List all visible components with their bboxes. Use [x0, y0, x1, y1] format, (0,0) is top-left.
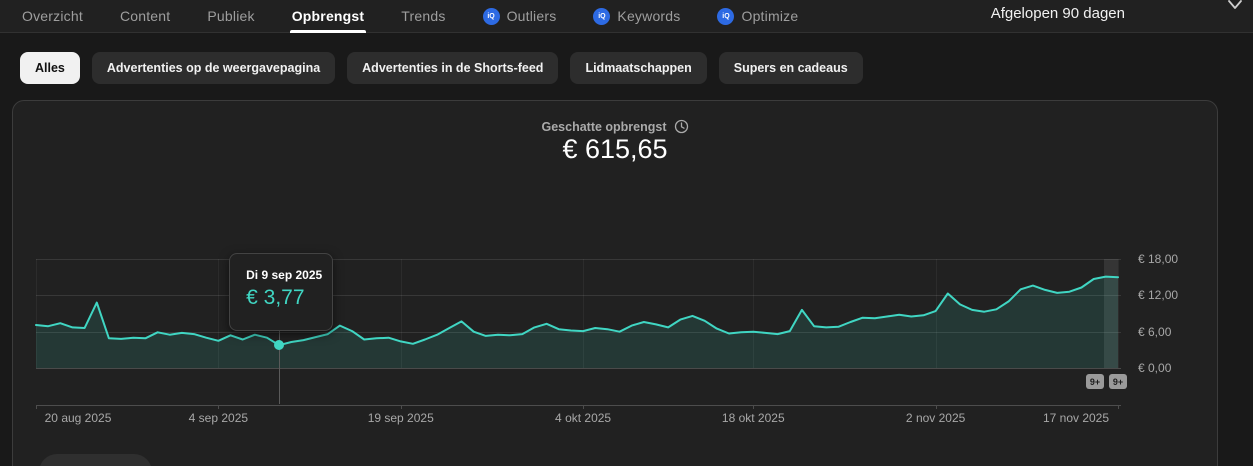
x-axis-tick	[1118, 405, 1119, 409]
gridline	[36, 368, 1121, 369]
chart-tooltip: Di 9 sep 2025 € 3,77	[229, 253, 334, 331]
tab-optimize[interactable]: iQ Optimize	[717, 0, 798, 33]
tab-label: Opbrengst	[291, 8, 365, 24]
tab-label: Optimize	[741, 8, 799, 24]
chevron-down-icon[interactable]	[1225, 0, 1245, 14]
tab-opbrengst[interactable]: Opbrengst	[289, 0, 366, 33]
tab-overzicht[interactable]: Overzicht	[22, 0, 83, 33]
filter-chip[interactable]: Supers en cadeaus	[718, 52, 863, 84]
published-videos-badge[interactable]: 9+	[1109, 374, 1127, 389]
x-axis-tick	[753, 405, 755, 409]
x-axis-tick	[400, 405, 402, 409]
y-axis-label: € 12,00	[1138, 288, 1179, 303]
chart-area-fill	[36, 276, 1118, 368]
x-axis-label: 4 sep 2025	[188, 411, 249, 425]
tab-outliers[interactable]: iQ Outliers	[482, 0, 557, 33]
tab-label: Keywords	[617, 8, 681, 24]
y-axis-label: € 18,00	[1138, 252, 1179, 266]
tab-label: Overzicht	[22, 8, 83, 24]
y-axis-label: € 0,00	[1138, 361, 1172, 375]
metric-header: Geschatte opbrengst	[13, 119, 1217, 134]
x-axis-label: 18 okt 2025	[721, 411, 785, 425]
x-axis-label: 20 aug 2025	[44, 411, 112, 425]
revenue-line-chart	[35, 275, 1119, 368]
date-range-label: Afgelopen 90 dagen	[990, 4, 1125, 22]
tab-label: Content	[119, 8, 171, 24]
metric-title: Geschatte opbrengst	[541, 119, 667, 134]
x-axis-line	[36, 405, 1121, 406]
x-axis-label: 4 okt 2025	[555, 411, 612, 425]
filter-chip[interactable]: Advertenties in de Shorts-feed	[347, 52, 559, 84]
y-axis-label: € 6,00	[1138, 324, 1172, 339]
gridline-vertical	[1118, 259, 1119, 368]
published-videos-badge[interactable]: 9+	[1086, 374, 1104, 389]
x-axis-tick	[36, 405, 37, 409]
hover-data-point	[274, 340, 285, 351]
tab-keywords[interactable]: iQ Keywords	[593, 0, 680, 33]
bottom-pill-button[interactable]	[39, 454, 152, 466]
tab-content[interactable]: Content	[120, 0, 170, 33]
estimated-revenue-card: Geschatte opbrengst € 615,65 € 18,00 € 12…	[12, 100, 1218, 466]
x-axis-label: 2 nov 2025	[905, 411, 966, 425]
x-axis-tick	[583, 405, 585, 409]
filter-chip[interactable]: Alles	[20, 52, 80, 84]
tab-publiek[interactable]: Publiek	[207, 0, 254, 33]
date-range-selector[interactable]: Afgelopen 90 dagen	[991, 0, 1125, 26]
tab-label: Trends	[401, 8, 446, 24]
vidiq-icon: iQ	[593, 7, 611, 25]
tab-label: Outliers	[506, 8, 557, 24]
tab-label: Publiek	[207, 8, 255, 24]
x-axis-tick	[218, 405, 220, 409]
x-axis-label: 17 nov 2025	[1042, 411, 1110, 425]
tab-trends[interactable]: Trends	[401, 0, 445, 33]
filter-chip[interactable]: Advertenties op de weergavepagina	[91, 52, 336, 84]
x-axis-tick	[935, 405, 937, 409]
revenue-filter-chips: Alles Advertenties op de weergavepagina Ad…	[20, 52, 863, 84]
filter-chip[interactable]: Lidmaatschappen	[570, 52, 707, 84]
tooltip-date: Di 9 sep 2025	[246, 268, 323, 282]
metric-value: € 615,65	[562, 134, 668, 164]
x-axis-label: 19 sep 2025	[367, 411, 434, 425]
vidiq-icon: iQ	[717, 7, 735, 25]
delayed-data-clock-icon	[674, 119, 688, 134]
vidiq-icon: iQ	[482, 7, 500, 25]
tooltip-value: € 3,77	[246, 286, 305, 309]
